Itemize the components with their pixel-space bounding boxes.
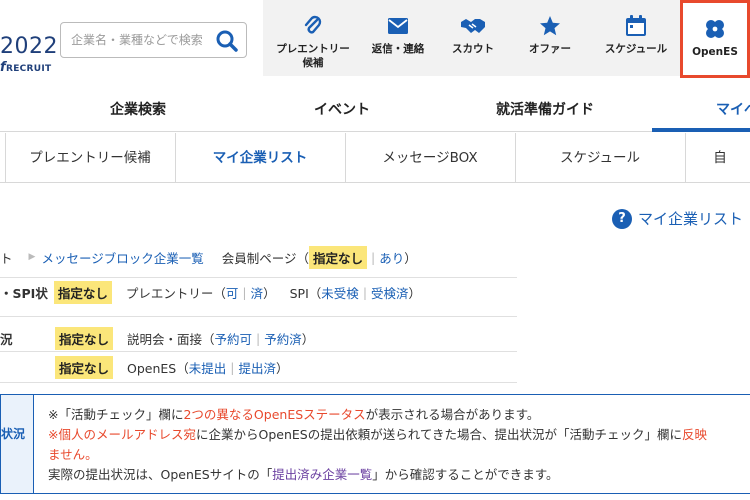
filter-tag[interactable]: 指定なし: [55, 355, 114, 379]
notice-line-1: ※「活動チェック」欄に2つの異なるOpenESステータスが表示される場合がありま…: [48, 407, 540, 422]
divider: [0, 382, 517, 383]
separator: |: [230, 359, 235, 375]
mainnav-guide[interactable]: 就活準備ガイド: [496, 88, 594, 132]
help-link[interactable]: ? マイ企業リスト: [612, 208, 743, 229]
filter-tag[interactable]: 指定なし: [53, 280, 112, 304]
paren-close: ）: [276, 360, 289, 376]
mainnav-event[interactable]: イベント: [314, 88, 370, 132]
topnav-reply[interactable]: 返信・連絡: [358, 0, 438, 76]
pre-entry-label: プレエントリー（: [125, 285, 226, 301]
top-nav: プレエントリー 候補 返信・連絡 スカウト オファー スケジュール OpenES: [263, 0, 750, 78]
search-icon[interactable]: [214, 28, 240, 54]
subnav-pre-entry[interactable]: プレエントリー候補: [5, 133, 175, 183]
mainnav-mypage[interactable]: マイペ: [716, 88, 750, 132]
divider: [0, 277, 517, 278]
topnav-label: 返信・連絡: [371, 43, 425, 55]
filter-row-1: ト ▶ メッセージブロック企業一覧 会員制ページ（ 指定なし | あり ）: [0, 245, 417, 269]
topnav-label: オファー: [529, 43, 571, 55]
separator: |: [242, 284, 247, 300]
triangle-right-icon: ▶: [28, 252, 36, 262]
separator: |: [256, 330, 261, 346]
filter-tag[interactable]: 指定なし: [308, 245, 367, 269]
topnav-label: プレエントリー 候補: [276, 43, 350, 69]
filter-option[interactable]: 予約済: [264, 329, 302, 348]
mainnav-company-search[interactable]: 企業検索: [110, 88, 166, 132]
search-input[interactable]: [71, 33, 211, 47]
clover-icon: [703, 17, 727, 41]
row-lead: ・SPI状: [0, 285, 48, 301]
header: 2022 fRECRUIT プレエントリー候補 返信・連絡 スカウト: [0, 0, 750, 88]
filter-row-2: ・SPI状 指定なし プレエントリー（ 可 | 済 ） SPI（ 未受検 | 受…: [0, 280, 422, 304]
separator: |: [370, 249, 376, 265]
topnav-label: スケジュール: [604, 43, 668, 55]
row-lead: ト: [0, 250, 13, 266]
notice-line-4: 実際の提出状況は、OpenESサイトの「提出済み企業一覧」から確認することができ…: [48, 467, 559, 482]
filter-option[interactable]: 済: [251, 283, 264, 302]
divider: [0, 316, 517, 317]
member-page-label: 会員制ページ（: [221, 250, 309, 266]
filter-tag[interactable]: 指定なし: [55, 326, 114, 350]
question-icon: ?: [612, 208, 632, 229]
filter-option[interactable]: 受検済: [371, 283, 409, 302]
message-block-link[interactable]: メッセージブロック企業一覧: [41, 248, 203, 267]
paren-close: ）: [404, 250, 417, 266]
spi-label: SPI（: [289, 285, 322, 301]
seminar-label: 説明会・面接（: [127, 331, 215, 347]
mainnav-active-indicator: [652, 128, 750, 132]
filter-option[interactable]: 未受検: [321, 283, 359, 302]
filter-option[interactable]: 提出済: [238, 358, 276, 377]
subnav-my-company-list[interactable]: マイ企業リスト: [175, 133, 345, 183]
topnav-pre-entry[interactable]: プレエントリー 候補: [273, 0, 353, 76]
logo-year[interactable]: 2022: [0, 34, 58, 59]
subnav-next[interactable]: 自: [685, 133, 750, 183]
divider: [0, 351, 517, 352]
topnav-label: スカウト: [452, 43, 494, 55]
search-box: [60, 22, 247, 58]
topnav-offer[interactable]: オファー: [510, 0, 590, 76]
envelope-icon: [387, 14, 409, 38]
notice-label: 状況: [0, 394, 33, 494]
filter-row-3: 況 指定なし 説明会・面接（ 予約可 | 予約済 ）: [0, 326, 315, 350]
logo-recruit[interactable]: fRECRUIT: [0, 60, 51, 75]
calendar-icon: [625, 14, 647, 38]
star-icon: [539, 14, 561, 38]
topnav-schedule[interactable]: スケジュール: [593, 0, 679, 76]
row-lead: 況: [0, 331, 13, 347]
paren-close: ）: [301, 331, 315, 347]
paperclip-icon: [303, 14, 323, 38]
notice-box: ※「活動チェック」欄に2つの異なるOpenESステータスが表示される場合がありま…: [33, 394, 750, 494]
filter-option[interactable]: 可: [226, 283, 239, 302]
notice-line-2: ※個人のメールアドレス宛に企業からOpenESの提出依頼が送られてきた場合、提出…: [48, 427, 707, 442]
paren-close: ）: [408, 285, 422, 301]
paren-close: ）: [263, 285, 276, 301]
help-link-label: マイ企業リスト: [638, 210, 744, 228]
topnav-openes[interactable]: OpenES: [680, 0, 750, 78]
handshake-icon: [460, 14, 486, 38]
filter-option[interactable]: 未提出: [189, 358, 227, 377]
filter-option[interactable]: あり: [379, 248, 404, 267]
topnav-scout[interactable]: スカウト: [433, 0, 513, 76]
separator: |: [362, 284, 368, 300]
topnav-label: OpenES: [692, 46, 738, 58]
submitted-list-link[interactable]: 提出済み企業一覧: [272, 467, 372, 482]
sub-nav: プレエントリー候補 マイ企業リスト メッセージBOX スケジュール 自: [0, 133, 750, 183]
subnav-schedule[interactable]: スケジュール: [515, 133, 685, 183]
subnav-message-box[interactable]: メッセージBOX: [345, 133, 515, 183]
openes-label: OpenES（: [127, 360, 189, 376]
filter-option[interactable]: 予約可: [215, 329, 253, 348]
notice-line-3: ません。: [48, 447, 98, 462]
main-nav: 企業検索 イベント 就活準備ガイド マイペ: [0, 88, 750, 132]
filter-row-4: 指定なし OpenES（ 未提出 | 提出済 ）: [0, 355, 289, 379]
